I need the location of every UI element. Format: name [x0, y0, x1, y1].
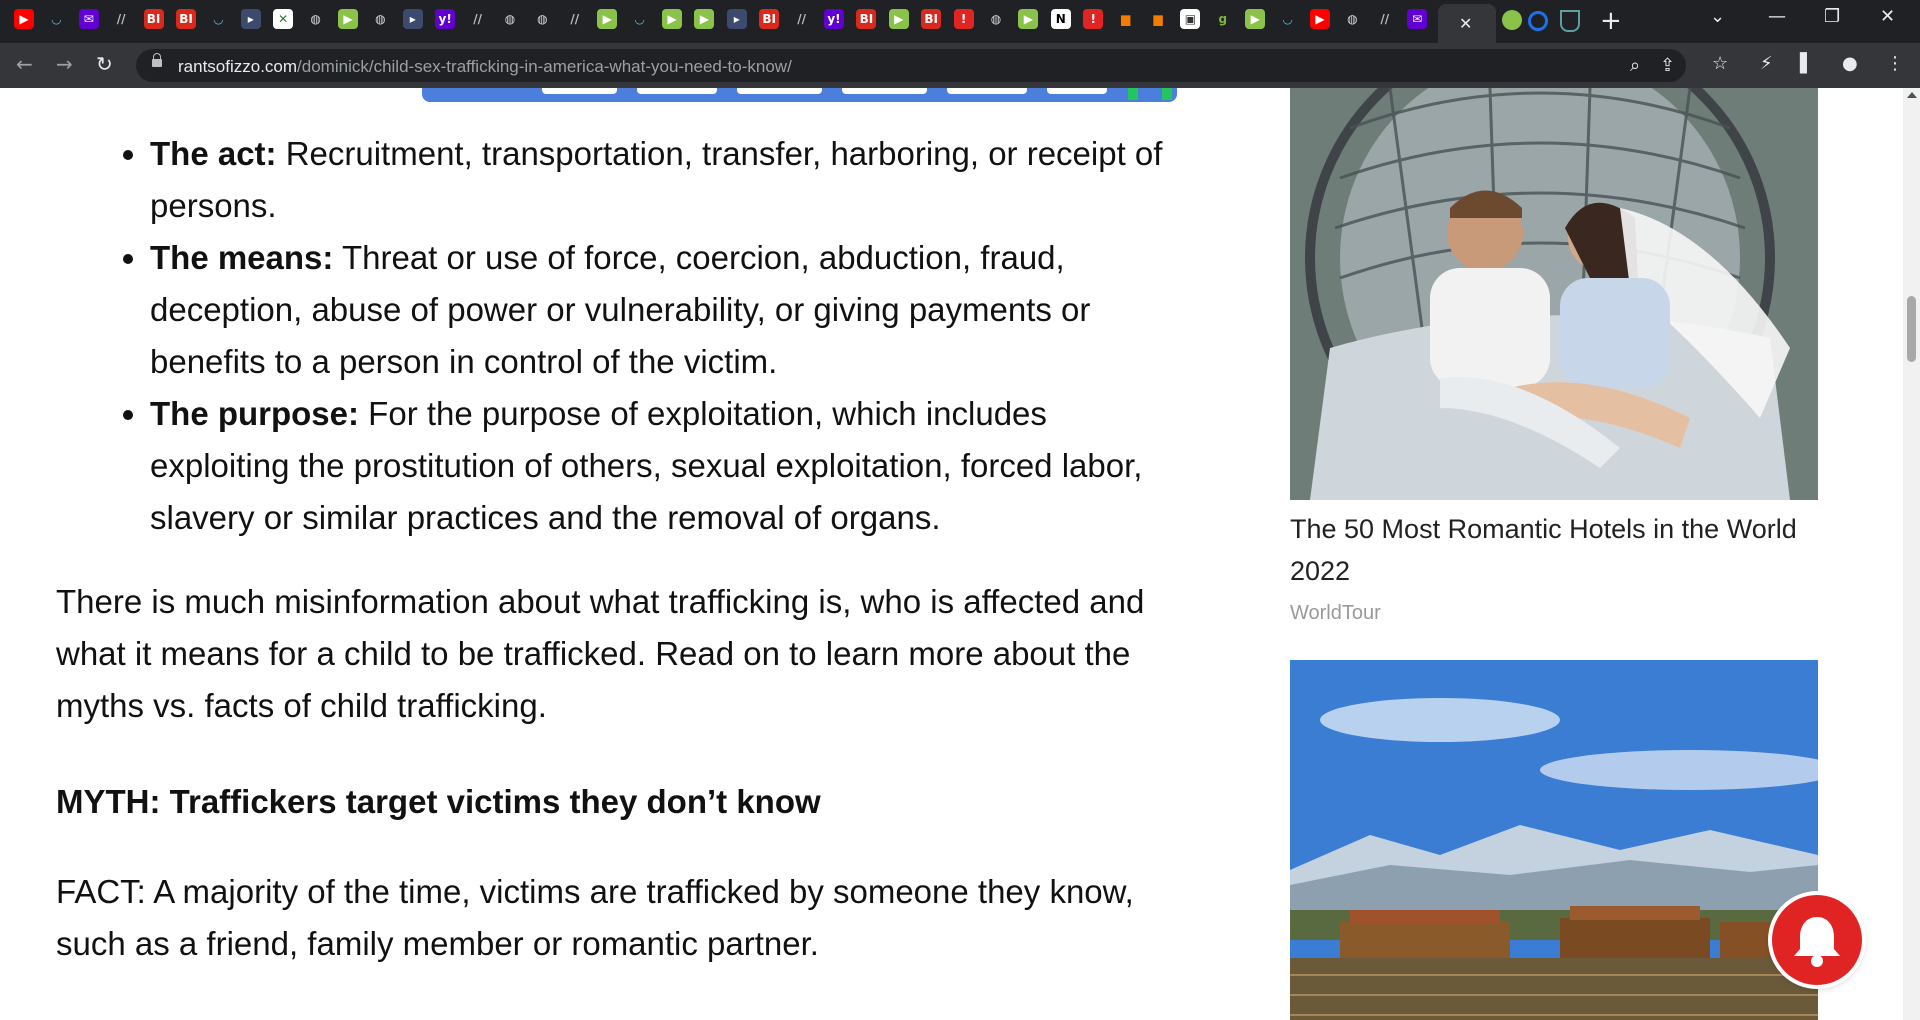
scroll-thumb[interactable]: [1907, 296, 1916, 362]
play-icon[interactable]: ▶: [888, 9, 909, 29]
globe-icon[interactable]: ◍: [370, 9, 390, 29]
fact-paragraph: FACT: A majority of the time, victims ar…: [56, 873, 1134, 962]
close-window-icon[interactable]: ✕: [1880, 6, 1895, 27]
news-icon[interactable]: N: [1050, 9, 1071, 29]
forward-icon[interactable]: →: [56, 52, 73, 76]
intro-paragraph: There is much misinformation about what …: [56, 583, 1145, 724]
list-item: The act: Recruitment, transportation, tr…: [150, 128, 1166, 232]
tab-search-icon[interactable]: ⌄: [1710, 6, 1725, 27]
article-body: The act: Recruitment, transportation, tr…: [56, 128, 1166, 970]
yahoo-mail-icon[interactable]: ✉: [1407, 9, 1428, 29]
pin-icon[interactable]: !: [953, 9, 974, 29]
bell-icon: [1794, 917, 1840, 967]
site-icon[interactable]: //: [1375, 9, 1395, 29]
restore-icon[interactable]: ❐: [1824, 6, 1840, 27]
site-icon[interactable]: //: [565, 9, 585, 29]
tab-strip: ▶ ◡ ✉ // BI BI ◡ ▸ ✕ ◍ ▶ ◍ ▸ y! // ◍ ◍ // ▶ ◡ ▶ ▶ ▸ BI // y! BI ▶ BI…: [0, 0, 1920, 43]
globe-icon[interactable]: ◍: [1342, 9, 1362, 29]
bullet-text: Recruitment, transportation, transfer, h…: [150, 135, 1163, 224]
shield-icon[interactable]: [1560, 10, 1580, 32]
new-tab-button[interactable]: +: [1600, 7, 1622, 35]
notification-bell-button[interactable]: [1772, 895, 1862, 985]
shield-icon[interactable]: ◡: [46, 9, 66, 29]
embedded-image-bottom: [422, 88, 1177, 102]
site-icon[interactable]: //: [792, 9, 812, 29]
shield-icon[interactable]: ◡: [630, 9, 650, 29]
g-icon[interactable]: g: [1213, 9, 1233, 29]
globe-icon[interactable]: ◍: [986, 9, 1006, 29]
play-icon[interactable]: ▶: [1018, 9, 1039, 29]
url-text[interactable]: rantsofizzo.com/dominick/child-sex-traff…: [178, 57, 792, 77]
play-icon[interactable]: ▶: [338, 9, 358, 29]
browser-toolbar: ← → ↻ rantsofizzo.com/dominick/child-sex…: [0, 43, 1920, 88]
zoom-icon[interactable]: ⌕: [1630, 55, 1640, 76]
menu-icon[interactable]: ⋮: [1886, 53, 1904, 74]
ad-image-couple[interactable]: [1290, 88, 1818, 500]
bookmark-icon[interactable]: ▆: [1148, 9, 1168, 29]
address-bar[interactable]: rantsofizzo.com/dominick/child-sex-traff…: [136, 49, 1686, 82]
active-tab[interactable]: ✕: [1438, 4, 1496, 43]
share-icon[interactable]: ⇪: [1660, 55, 1675, 76]
myth-heading: MYTH: Traffickers target victims they do…: [56, 783, 821, 820]
bi-icon[interactable]: BI: [176, 9, 196, 29]
globe-icon[interactable]: ◍: [532, 9, 552, 29]
profile-icon[interactable]: ●: [1842, 53, 1858, 74]
bi-icon[interactable]: BI: [759, 9, 780, 29]
web-page: The act: Recruitment, transportation, tr…: [0, 88, 1903, 1020]
site-icon[interactable]: //: [468, 9, 488, 29]
play-icon[interactable]: ▶: [694, 9, 715, 29]
bi-icon[interactable]: BI: [921, 9, 942, 29]
play-icon[interactable]: ▶: [597, 9, 618, 29]
side-panel-icon[interactable]: ▌: [1800, 53, 1814, 74]
play-icon[interactable]: [1502, 10, 1522, 30]
extension-icon[interactable]: ⚡: [1760, 53, 1773, 74]
page-scrollbar[interactable]: [1903, 88, 1920, 1020]
definition-list: The act: Recruitment, transportation, tr…: [56, 128, 1166, 544]
globe-icon[interactable]: ◍: [306, 9, 326, 29]
pin-icon[interactable]: !: [1083, 9, 1104, 29]
lock-icon[interactable]: [152, 53, 162, 67]
close-icon[interactable]: ✕: [1459, 14, 1472, 33]
ad-title-link[interactable]: The 50 Most Romantic Hotels in the World…: [1290, 508, 1818, 592]
bi-icon[interactable]: BI: [856, 9, 877, 29]
play-icon[interactable]: ▶: [662, 9, 682, 29]
bookmark-icon[interactable]: ▆: [1116, 9, 1136, 29]
arrow-icon[interactable]: ▸: [402, 9, 423, 29]
globe-icon[interactable]: ◍: [500, 9, 520, 29]
shield-icon[interactable]: ◡: [208, 9, 228, 29]
youtube-icon[interactable]: ▶: [14, 9, 34, 29]
site-icon[interactable]: //: [111, 9, 131, 29]
minimize-icon[interactable]: —: [1768, 6, 1786, 27]
ad-source-label: WorldTour: [1290, 602, 1381, 624]
back-icon[interactable]: ←: [16, 52, 33, 76]
sheet-icon[interactable]: ✕: [273, 9, 294, 29]
ad-image-lake[interactable]: [1290, 660, 1818, 1020]
lock-icon[interactable]: ▣: [1180, 9, 1201, 29]
yahoo-mail-icon[interactable]: ✉: [78, 9, 99, 29]
ad-photo-illustration: [1290, 88, 1818, 500]
yahoo-icon[interactable]: y!: [435, 9, 456, 29]
reload-icon[interactable]: ↻: [96, 52, 113, 76]
bullet-term: The act:: [150, 135, 277, 172]
bi-icon[interactable]: BI: [143, 9, 164, 29]
shield-icon[interactable]: ◡: [1278, 9, 1298, 29]
youtube-icon[interactable]: ▶: [1310, 9, 1330, 29]
list-item: The means: Threat or use of force, coerc…: [150, 232, 1166, 388]
bullet-term: The purpose:: [150, 395, 360, 432]
bookmark-star-icon[interactable]: ☆: [1712, 53, 1728, 74]
search-tab-icon[interactable]: [1528, 11, 1548, 31]
scroll-up-icon[interactable]: [1907, 92, 1917, 98]
yahoo-icon[interactable]: y!: [824, 9, 844, 29]
ad-photo-illustration: [1290, 660, 1818, 1020]
arrow-icon[interactable]: ▸: [240, 9, 261, 29]
arrow-icon[interactable]: ▸: [726, 9, 747, 29]
bullet-term: The means:: [150, 239, 334, 276]
list-item: The purpose: For the purpose of exploita…: [150, 388, 1166, 544]
play-icon[interactable]: ▶: [1245, 9, 1266, 29]
